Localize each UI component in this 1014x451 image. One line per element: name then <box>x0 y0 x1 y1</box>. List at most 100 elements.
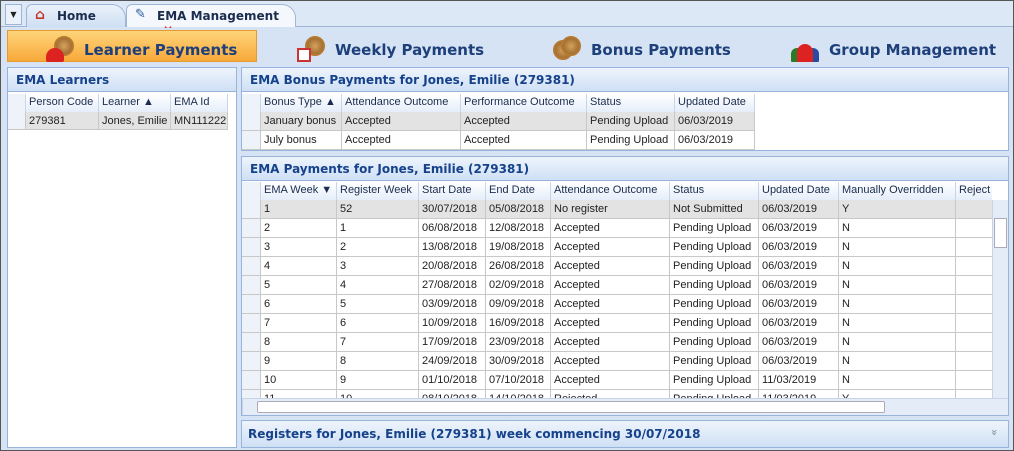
grid-header: EMA Week ▼ Register Week Start Date End Dat… <box>242 182 992 200</box>
expand-icon[interactable]: » <box>988 429 1001 436</box>
table-cell: Y <box>839 390 956 398</box>
home-icon: ⌂ <box>35 7 46 23</box>
table-row[interactable]: 8 7 17/09/2018 23/09/2018 Accepted Pending Up… <box>242 333 992 352</box>
row-indicator[interactable] <box>242 314 261 333</box>
horizontal-scrollbar[interactable] <box>242 398 1008 415</box>
row-indicator[interactable] <box>242 333 261 352</box>
table-cell: Not Submitted <box>670 200 759 219</box>
table-row[interactable]: 9 8 24/09/2018 30/09/2018 Accepted Pending Up… <box>242 352 992 371</box>
row-indicator[interactable] <box>242 371 261 390</box>
column-header[interactable]: Status <box>670 182 759 200</box>
column-header[interactable]: Start Date <box>419 182 486 200</box>
row-indicator[interactable] <box>242 131 261 150</box>
column-header[interactable]: Attendance Outcome <box>551 182 670 200</box>
ema-learners-panel: EMA Learners Person Code Learner ▲ EMA Id 2… <box>7 67 237 448</box>
row-indicator[interactable] <box>242 200 261 219</box>
table-cell: 24/09/2018 <box>419 352 486 371</box>
table-row[interactable]: 3 2 13/08/2018 19/08/2018 Accepted Pending Up… <box>242 238 992 257</box>
table-cell: 09/09/2018 <box>486 295 551 314</box>
table-cell: 30/09/2018 <box>486 352 551 371</box>
column-header[interactable]: Updated Date <box>759 182 839 200</box>
table-row[interactable]: 5 4 27/08/2018 02/09/2018 Accepted Pending Up… <box>242 276 992 295</box>
table-cell <box>956 219 992 238</box>
tab-ema-management[interactable]: ✎ EMA Management ✕ <box>126 4 296 37</box>
table-row[interactable]: 2 1 06/08/2018 12/08/2018 Accepted Pending Up… <box>242 219 992 238</box>
scroll-thumb[interactable] <box>994 218 1007 248</box>
table-row[interactable]: 1 52 30/07/2018 05/08/2018 No register Not Su… <box>242 200 992 219</box>
table-cell: 06/03/2019 <box>759 295 839 314</box>
table-cell: Accepted <box>551 295 670 314</box>
table-cell: Pending Upload <box>670 257 759 276</box>
bonus-payments-panel: EMA Bonus Payments for Jones, Emilie (27… <box>241 67 1009 151</box>
table-cell: 7 <box>337 333 419 352</box>
module-nav: Learner Payments Weekly Payments Bonus P… <box>1 28 1013 64</box>
table-cell: 17/09/2018 <box>419 333 486 352</box>
nav-bonus-payments[interactable]: Bonus Payments <box>553 30 753 62</box>
row-indicator[interactable] <box>242 112 261 131</box>
column-header[interactable]: Person Code <box>26 94 99 112</box>
column-header[interactable]: EMA Week ▼ <box>261 182 337 200</box>
table-cell: 06/08/2018 <box>419 219 486 238</box>
column-header[interactable]: Status <box>587 94 675 112</box>
table-cell: N <box>839 295 956 314</box>
hscroll-thumb[interactable] <box>257 401 885 413</box>
table-cell: 26/08/2018 <box>486 257 551 276</box>
registers-panel[interactable]: Registers for Jones, Emilie (279381) wee… <box>241 420 1009 448</box>
table-cell: 06/03/2019 <box>675 131 755 150</box>
column-header[interactable]: Updated Date <box>675 94 755 112</box>
table-row[interactable]: 4 3 20/08/2018 26/08/2018 Accepted Pending Up… <box>242 257 992 276</box>
table-cell: 06/03/2019 <box>759 352 839 371</box>
table-cell: July bonus <box>261 131 342 150</box>
row-indicator[interactable] <box>242 352 261 371</box>
table-cell: 52 <box>337 200 419 219</box>
table-cell: 9 <box>337 371 419 390</box>
table-row[interactable]: 111008/10/201814/10/2018RejectedPending … <box>242 390 992 398</box>
row-indicator[interactable] <box>242 276 261 295</box>
nav-weekly-payments[interactable]: Weekly Payments <box>297 30 497 62</box>
vertical-scrollbar[interactable] <box>992 200 1008 398</box>
table-cell: 08/10/2018 <box>419 390 486 398</box>
column-header[interactable]: End Date <box>486 182 551 200</box>
table-cell: Accepted <box>342 131 461 150</box>
table-cell: Pending Upload <box>670 295 759 314</box>
table-cell: 10 <box>337 390 419 398</box>
table-cell: N <box>839 257 956 276</box>
table-row[interactable]: 7 6 10/09/2018 16/09/2018 Accepted Pending Up… <box>242 314 992 333</box>
row-indicator[interactable] <box>242 219 261 238</box>
row-indicator[interactable] <box>242 257 261 276</box>
table-cell: 06/03/2019 <box>759 257 839 276</box>
nav-learner-payments[interactable]: Learner Payments <box>7 30 257 62</box>
column-header[interactable]: Performance Outcome <box>461 94 587 112</box>
row-indicator[interactable] <box>242 295 261 314</box>
table-cell: 2 <box>261 219 337 238</box>
table-row[interactable]: January bonus Accepted Accepted Pending Upl… <box>242 112 755 131</box>
row-indicator[interactable] <box>242 390 261 398</box>
column-header[interactable]: Bonus Type ▲ <box>261 94 342 112</box>
table-cell <box>956 371 992 390</box>
tab-home[interactable]: ⌂ Home <box>26 4 126 27</box>
column-header[interactable]: Attendance Outcome <box>342 94 461 112</box>
row-indicator[interactable] <box>8 112 26 130</box>
table-cell: 10 <box>261 371 337 390</box>
row-indicator-header <box>242 94 261 112</box>
column-header[interactable]: Register Week <box>337 182 419 200</box>
table-row[interactable]: July bonus Accepted Accepted Pending Upload… <box>242 131 755 150</box>
row-indicator[interactable] <box>242 238 261 257</box>
table-cell: 06/03/2019 <box>759 238 839 257</box>
table-cell: 06/03/2019 <box>759 333 839 352</box>
column-header[interactable]: Reject <box>956 182 992 200</box>
table-cell: Accepted <box>551 219 670 238</box>
nav-group-management[interactable]: Group Management <box>791 30 1011 62</box>
table-row[interactable]: 10 9 01/10/2018 07/10/2018 Accepted Pending U… <box>242 371 992 390</box>
table-cell: 5 <box>337 295 419 314</box>
table-row[interactable]: 6 5 03/09/2018 09/09/2018 Accepted Pending Up… <box>242 295 992 314</box>
tab-menu-button[interactable]: ▼ <box>5 4 22 25</box>
table-cell: Pending Upload <box>670 314 759 333</box>
table-row[interactable]: 279381 Jones, Emilie MN111222 <box>8 112 228 130</box>
column-header[interactable]: Manually Overridden <box>839 182 956 200</box>
column-header[interactable]: Learner ▲ <box>99 94 171 112</box>
table-cell: 2 <box>337 238 419 257</box>
column-header[interactable]: EMA Id <box>171 94 228 112</box>
table-cell: 9 <box>261 352 337 371</box>
panel-title: EMA Bonus Payments for Jones, Emilie (27… <box>242 68 1008 92</box>
